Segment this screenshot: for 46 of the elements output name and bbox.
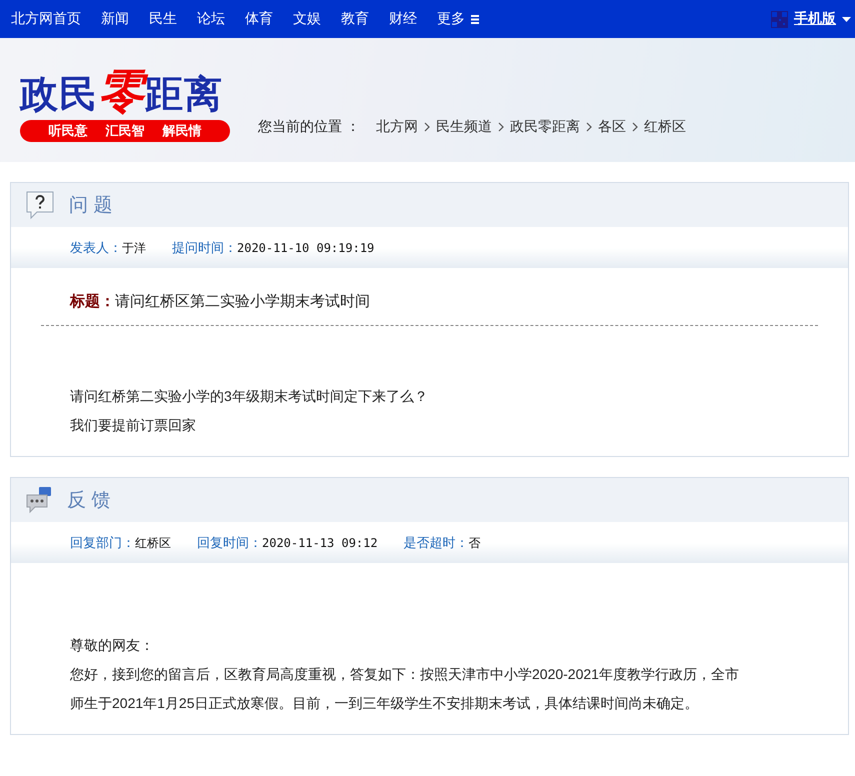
nav-link[interactable]: 论坛 [197, 10, 225, 28]
nav-link[interactable]: 民生 [149, 10, 177, 28]
section-title: 问 题 [69, 194, 112, 218]
meta-value: 于洋 [122, 240, 146, 254]
body-paragraph: 我们要提前订票回家 [70, 416, 197, 435]
nav-link[interactable]: 财经 [389, 10, 417, 28]
meta-label: 回复时间： [197, 534, 262, 550]
chevron-right-icon [632, 122, 638, 132]
chat-bubble-icon [25, 486, 53, 514]
nav-link[interactable]: 教育 [341, 10, 369, 28]
qr-code-icon [771, 10, 788, 28]
nav-link[interactable]: 北方网首页 [11, 10, 81, 28]
meta-label: 提问时间： [172, 240, 237, 254]
breadcrumb-link[interactable]: 各区 [598, 118, 626, 136]
nav-link[interactable]: 文娱 [293, 10, 321, 28]
meta-label: 回复部门： [70, 534, 135, 550]
meta-value: 否 [468, 536, 481, 550]
chevron-right-icon [424, 122, 430, 132]
section-title: 反 馈 [67, 489, 110, 513]
chevron-right-icon [586, 122, 592, 132]
site-logo: 政民零距离 [20, 68, 224, 114]
nav-link[interactable]: 更多 [437, 10, 479, 28]
breadcrumb-link[interactable]: 政民零距离 [510, 118, 580, 136]
caret-icon [842, 16, 851, 22]
meta-value: 2020-11-13 09:12 [262, 536, 378, 550]
meta-label: 是否超时： [404, 534, 469, 550]
chevron-right-icon [498, 122, 504, 132]
meta-value: 2020-11-10 09:19:19 [237, 240, 374, 254]
body-paragraph: 请问红桥第二实验小学的3年级期末考试时间定下来了么？ [70, 387, 429, 406]
slogan-text: 听民意 [48, 122, 88, 140]
menu-icon [471, 14, 479, 24]
meta-label: 发表人： [70, 240, 122, 254]
question-bubble-icon [25, 190, 55, 220]
question-subject: 标题：请问红桥区第二实验小学期末考试时间 [41, 288, 818, 326]
nav-link[interactable]: 新闻 [101, 10, 129, 28]
breadcrumb-link[interactable]: 红桥区 [644, 118, 686, 136]
slogan-text: 汇民智 [106, 122, 144, 140]
body-paragraph: 尊敬的网友： [70, 636, 155, 655]
mobile-version-link[interactable]: 手机版 [771, 10, 855, 28]
nav-link[interactable]: 体育 [245, 10, 273, 28]
slogan-text: 解民情 [162, 122, 202, 140]
breadcrumb-link[interactable]: 北方网 [376, 118, 418, 136]
location-label: 您当前的位置 ： [258, 118, 360, 136]
meta-value: 红桥区 [135, 536, 171, 550]
breadcrumb-link[interactable]: 民生频道 [436, 118, 492, 136]
body-paragraph: 您好，接到您的留言后，区教育局高度重视，答复如下：按照天津市中小学2020-2021年度教学行政历，全市师生于2021年1月25日正式放寒假。目前，一到三年级学生不安排期末考试，具体结课时间尚未确定。 [70, 665, 740, 713]
